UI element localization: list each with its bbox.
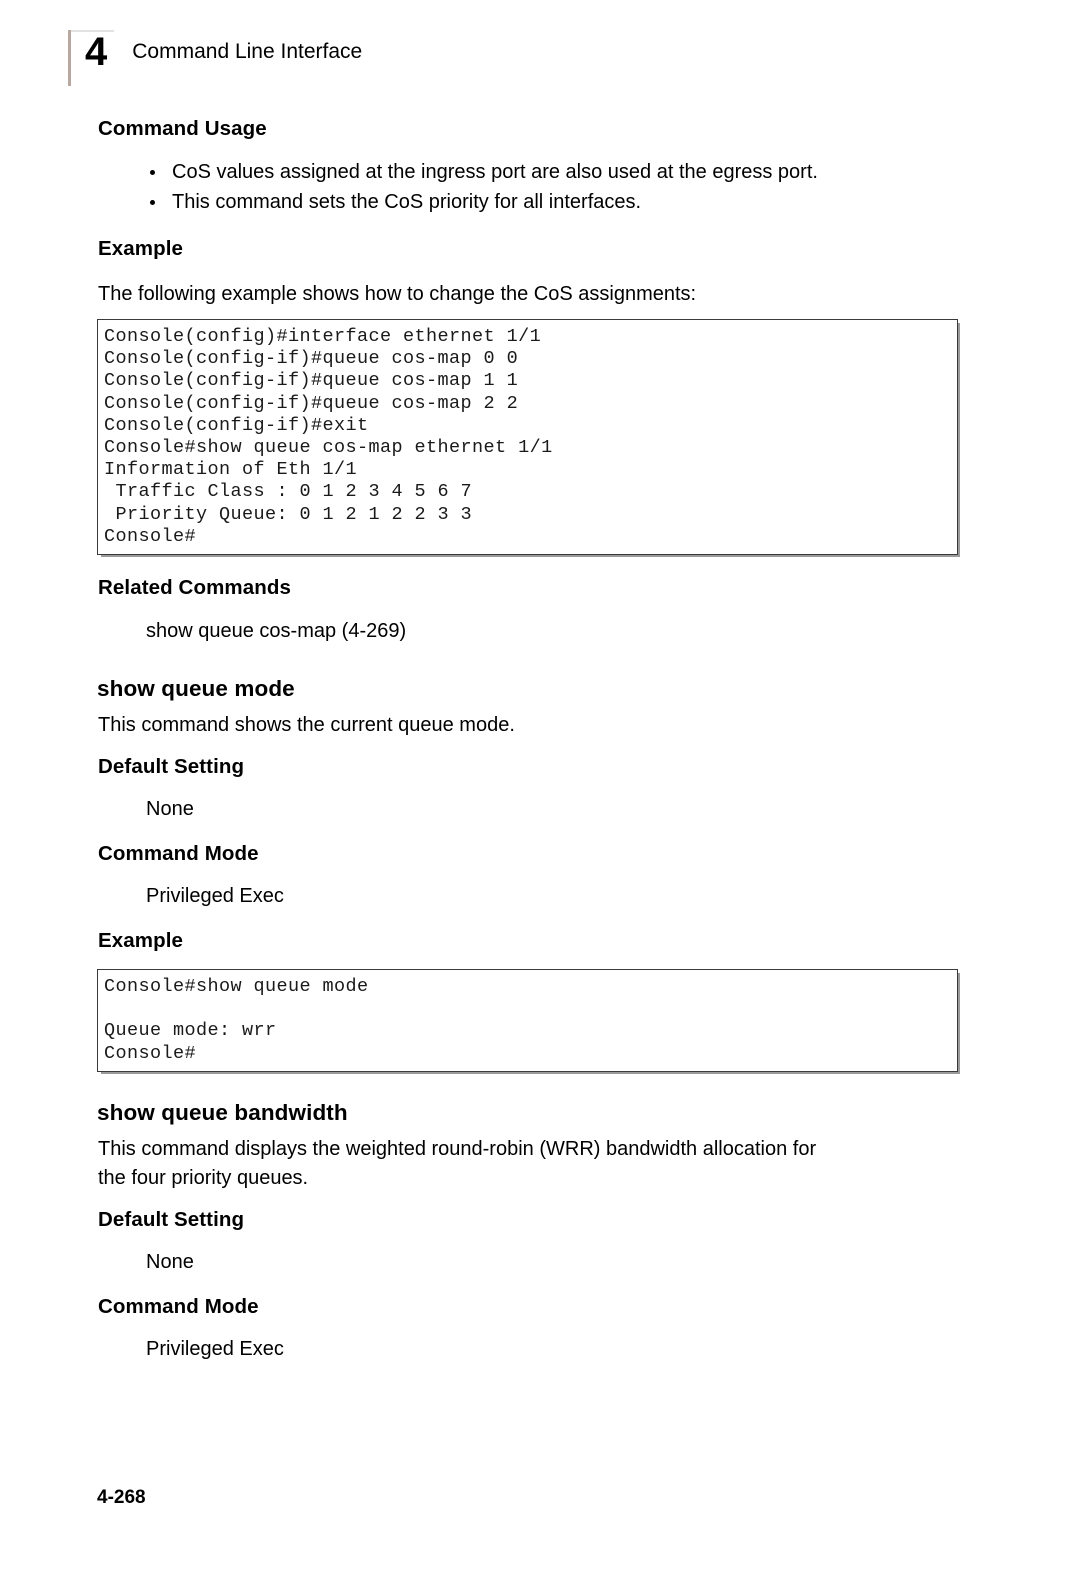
command-mode-value-1: Privileged Exec bbox=[146, 885, 284, 907]
heading-command-mode-2: Command Mode bbox=[98, 1295, 259, 1318]
list-item: This command sets the CoS priority for a… bbox=[146, 187, 818, 217]
command-title-show-queue-mode: show queue mode bbox=[97, 676, 295, 701]
heading-related-commands: Related Commands bbox=[98, 576, 291, 599]
default-setting-value-2: None bbox=[146, 1251, 194, 1273]
default-setting-value-1: None bbox=[146, 798, 194, 820]
related-command-link[interactable]: show queue cos-map (4-269) bbox=[146, 620, 406, 643]
heading-default-setting-1: Default Setting bbox=[98, 755, 245, 778]
chapter-number: 4 bbox=[85, 30, 107, 74]
chapter-rule bbox=[68, 30, 71, 86]
code-block-text: Console(config)#interface ethernet 1/1 C… bbox=[104, 326, 553, 547]
example-1-intro: The following example shows how to chang… bbox=[98, 283, 697, 305]
code-block-text: Console#show queue mode Queue mode: wrr … bbox=[104, 976, 369, 1064]
page-header: 4 Command Line Interface bbox=[68, 28, 362, 86]
heading-example-2: Example bbox=[98, 929, 184, 952]
heading-command-mode-1: Command Mode bbox=[98, 842, 259, 865]
show-queue-bandwidth-description-line-1: This command displays the weighted round… bbox=[98, 1138, 817, 1160]
show-queue-mode-description: This command shows the current queue mod… bbox=[98, 714, 515, 736]
show-queue-bandwidth-description-line-2: the four priority queues. bbox=[98, 1167, 309, 1189]
heading-default-setting-2: Default Setting bbox=[98, 1208, 245, 1231]
document-page: 4 Command Line Interface Command Usage C… bbox=[0, 0, 1080, 1570]
page-header-title: Command Line Interface bbox=[132, 40, 363, 63]
heading-command-usage: Command Usage bbox=[98, 117, 267, 140]
code-block-example-2: Console#show queue mode Queue mode: wrr … bbox=[97, 969, 958, 1072]
page-number: 4-268 bbox=[97, 1487, 146, 1508]
code-block-example-1: Console(config)#interface ethernet 1/1 C… bbox=[97, 319, 958, 556]
heading-example-1: Example bbox=[98, 237, 184, 260]
command-title-show-queue-bandwidth: show queue bandwidth bbox=[97, 1100, 348, 1125]
command-mode-value-2: Privileged Exec bbox=[146, 1338, 284, 1360]
list-item: CoS values assigned at the ingress port … bbox=[146, 157, 818, 187]
command-usage-bullet-list: CoS values assigned at the ingress port … bbox=[146, 157, 818, 217]
